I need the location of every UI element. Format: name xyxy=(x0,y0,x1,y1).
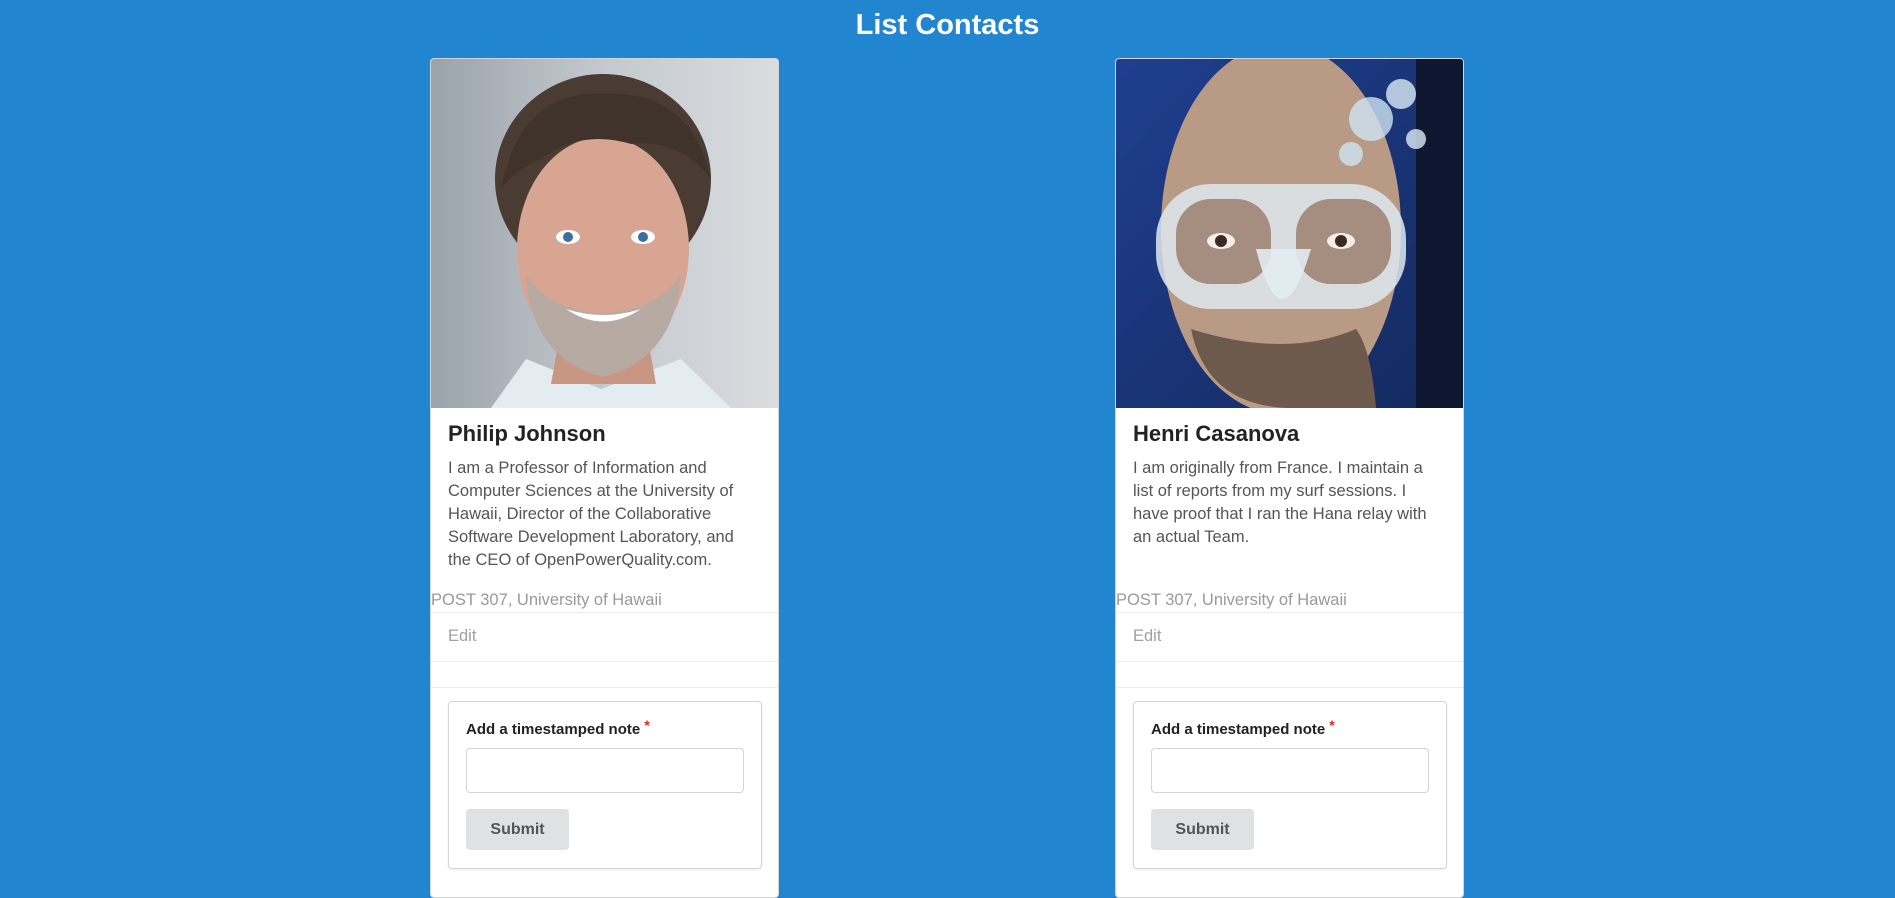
note-label-text: Add a timestamped note xyxy=(466,721,641,738)
contact-photo xyxy=(431,59,778,408)
contact-card: Henri Casanova I am originally from Fran… xyxy=(1115,58,1464,898)
edit-link[interactable]: Edit xyxy=(448,626,476,646)
divider xyxy=(431,661,778,662)
contact-name: Philip Johnson xyxy=(448,421,606,446)
contact-photo xyxy=(1116,59,1463,408)
page-title: List Contacts xyxy=(855,9,1040,41)
note-form: Add a timestamped note * Submit xyxy=(448,701,762,869)
edit-link[interactable]: Edit xyxy=(1133,626,1161,646)
divider xyxy=(1116,612,1463,613)
divider xyxy=(431,612,778,613)
note-field-label: Add a timestamped note * xyxy=(466,717,650,740)
contact-description: I am a Professor of Information and Comp… xyxy=(448,459,734,569)
required-marker: * xyxy=(644,717,650,733)
note-form: Add a timestamped note * Submit xyxy=(1133,701,1447,869)
contact-name: Henri Casanova xyxy=(1133,421,1300,446)
submit-button[interactable]: Submit xyxy=(1151,809,1254,850)
required-marker: * xyxy=(1329,717,1335,733)
note-field-label: Add a timestamped note * xyxy=(1151,717,1335,740)
note-input[interactable] xyxy=(466,748,744,793)
divider xyxy=(1116,661,1463,662)
contact-card: Philip Johnson I am a Professor of Infor… xyxy=(430,58,779,898)
contact-address: POST 307, University of Hawaii xyxy=(431,591,662,609)
note-label-text: Add a timestamped note xyxy=(1151,721,1326,738)
note-input[interactable] xyxy=(1151,748,1429,793)
contact-address: POST 307, University of Hawaii xyxy=(1116,591,1347,609)
divider xyxy=(431,687,778,688)
contact-description: I am originally from France. I maintain … xyxy=(1133,459,1427,546)
submit-button[interactable]: Submit xyxy=(466,809,569,850)
divider xyxy=(1116,687,1463,688)
